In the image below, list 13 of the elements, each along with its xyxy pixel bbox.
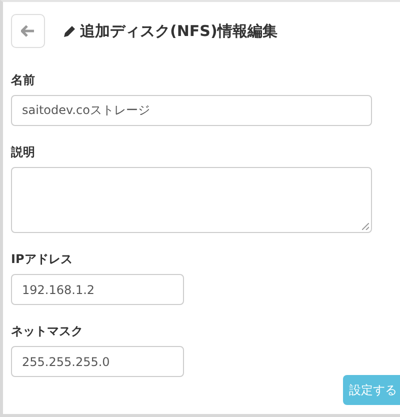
field-label: 説明 — [11, 144, 36, 161]
back-button[interactable] — [11, 14, 45, 48]
resize-handle-icon[interactable] — [362, 223, 369, 230]
text-field[interactable]: 192.168.1.2 — [11, 274, 184, 305]
pencil-icon — [63, 24, 76, 38]
page-title: 追加ディスク(NFS)情報編集 — [80, 22, 278, 40]
arrow-left-icon — [21, 25, 35, 37]
text-field[interactable]: 255.255.255.0 — [11, 346, 184, 377]
field-label: IPアドレス — [11, 251, 74, 268]
text-field[interactable]: saitodev.coストレージ — [11, 95, 372, 126]
text-area[interactable] — [11, 167, 372, 233]
field-label: ネットマスク — [11, 323, 84, 340]
field-label: 名前 — [11, 72, 36, 89]
